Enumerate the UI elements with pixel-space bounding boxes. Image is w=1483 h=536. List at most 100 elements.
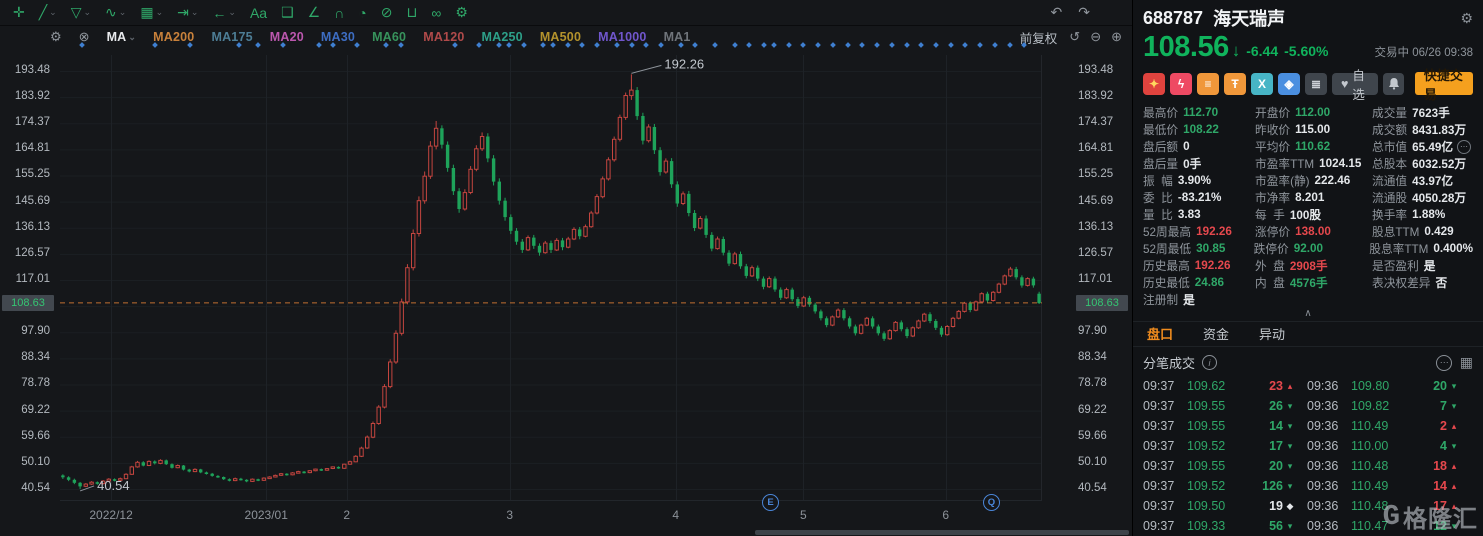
- y-axis-tick: 59.66: [1078, 429, 1107, 442]
- tick-trades-list: 09:37 109.62 23 ▴ 09:36 109.80 20 ▾ 09:37 109.55 2…: [1133, 376, 1483, 536]
- ma-item-ma250[interactable]: MA250: [482, 30, 523, 44]
- trend-line-tool-icon[interactable]: ╱ ⌄: [32, 4, 64, 21]
- drawing-toolbar: ✛ ╱ ⌄ ▽ ⌄ ∿ ⌄ ▦ ⌄ ⇥ ⌄ ← ⌄ Aa ❑ ∠ ∩ ◔ ⊘ ⊔ ∞ ⚙: [0, 0, 1132, 26]
- stat-市盈率TTM: 市盈率TTM 1024.15: [1255, 157, 1362, 171]
- stats-row: 最低价 108.22 昨收价 115.00 成交额 8431.83万: [1143, 121, 1473, 138]
- x-axis-tick: 2022/12: [89, 508, 133, 522]
- add-watchlist-button[interactable]: ♥ 自选: [1332, 69, 1379, 102]
- tick-trade-row: 09:37 109.62 23 ▴ 09:36 109.80 20 ▾: [1143, 379, 1457, 393]
- zoom-in-icon[interactable]: ⊕: [1111, 29, 1122, 45]
- current-price-tag: 108.63: [2, 294, 54, 311]
- collapse-stats-chevron-icon[interactable]: ∧: [1133, 308, 1483, 321]
- stat-52周最高: 52周最高 192.26: [1143, 225, 1232, 239]
- ma-item-ma1000[interactable]: MA1000: [598, 30, 646, 44]
- grid-view-icon[interactable]: ▦: [1460, 354, 1473, 371]
- event-marker-e-icon[interactable]: E: [761, 494, 779, 511]
- stat-历史最低: 历史最低 24.86: [1143, 276, 1225, 290]
- more-options-icon[interactable]: ⋯: [1435, 354, 1452, 371]
- flash-auction-icon[interactable]: ϟ: [1170, 72, 1192, 95]
- x-axis-line: [60, 500, 1042, 501]
- panel-tabs: 盘口 资金 异动: [1133, 320, 1483, 347]
- tab-盘口[interactable]: 盘口: [1147, 324, 1173, 343]
- balance-icon[interactable]: Ŧ: [1224, 72, 1246, 95]
- tab-资金[interactable]: 资金: [1203, 324, 1229, 343]
- alert-bell-button[interactable]: [1383, 72, 1404, 95]
- stats-row: 盘后额 0 平均价 110.62 总市值 65.49亿 ⋯: [1143, 138, 1473, 155]
- stat-历史最高: 历史最高 192.26: [1143, 259, 1231, 273]
- more-detail-icon[interactable]: ⋯: [1457, 139, 1472, 154]
- event-marker-q-icon[interactable]: Q: [982, 494, 1000, 511]
- y-axis-tick: 97.90: [21, 325, 50, 338]
- gann-box-tool-icon[interactable]: ▦ ⌄: [133, 4, 170, 21]
- comment-tool-icon[interactable]: ❑: [274, 4, 301, 21]
- last-price: 108.56: [1143, 31, 1229, 63]
- ma-item-ma500[interactable]: MA500: [540, 30, 581, 44]
- text-tool-icon[interactable]: Aa: [243, 5, 274, 21]
- y-axis-tick: 88.34: [21, 351, 50, 364]
- y-axis-tick: 174.37: [14, 116, 50, 129]
- stat-外盘: 外 盘 2908手: [1255, 260, 1328, 273]
- wave-tool-icon[interactable]: ∿ ⌄: [98, 4, 133, 21]
- emoji-tool-icon[interactable]: ◔: [351, 5, 373, 21]
- chart-controls: 前复权 ↺ ⊖ ⊕: [1020, 25, 1122, 49]
- stats-grid: 最高价 112.70 开盘价 112.00 成交量 7623手 最低价 108.22 昨收价 11…: [1133, 102, 1483, 308]
- y-axis-tick: 193.48: [14, 64, 50, 76]
- stat-股息TTM: 股息TTM 0.429: [1372, 225, 1454, 239]
- reset-zoom-icon[interactable]: ↺: [1069, 29, 1080, 45]
- polygon-tool-icon[interactable]: ▽ ⌄: [64, 4, 98, 21]
- y-axis-tick: 78.78: [1078, 377, 1107, 390]
- chart-section: ✛ ╱ ⌄ ▽ ⌄ ∿ ⌄ ▦ ⌄ ⇥ ⌄ ← ⌄ Aa ❑ ∠ ∩ ◔ ⊘ ⊔ ∞ ⚙ ↶ ↷ ⚙ ⊗ MA ⌄ MA200 M…: [0, 0, 1133, 536]
- panel-settings-icon[interactable]: ⚙: [1460, 10, 1473, 27]
- stat-跌停价: 跌停价 92.00: [1253, 242, 1323, 256]
- y-axis-tick: 155.25: [14, 168, 50, 181]
- stat-表决权差异: 表决权差异否: [1372, 277, 1448, 290]
- tick-trades-title: 分笔成交: [1143, 356, 1196, 371]
- y-axis-tick: 155.25: [1078, 168, 1114, 181]
- undo-icon[interactable]: ↶: [1051, 4, 1063, 21]
- move-tool-icon[interactable]: ✛: [6, 4, 32, 21]
- arrow-tool-icon[interactable]: ← ⌄: [205, 5, 243, 21]
- svg-text:40.54: 40.54: [97, 478, 130, 493]
- candlestick-chart[interactable]: 40.54 192.26: [60, 55, 1042, 500]
- market-badge-icon[interactable]: ✦: [1143, 72, 1165, 95]
- info-icon[interactable]: i: [1202, 355, 1218, 370]
- stat-每手: 每 手 100股: [1255, 209, 1322, 222]
- stat-注册制: 注册制是: [1143, 294, 1195, 307]
- angle-tool-icon[interactable]: ∠: [301, 4, 328, 21]
- zoom-out-icon[interactable]: ⊖: [1090, 29, 1101, 45]
- stat-流通股: 流通股 4050.28万: [1372, 192, 1467, 205]
- y-axis-tick: 183.92: [1078, 90, 1114, 103]
- tag-icon[interactable]: ◈: [1278, 72, 1300, 95]
- stat-平均价: 平均价 110.62: [1255, 140, 1331, 154]
- measure-tool-icon[interactable]: ⇥ ⌄: [170, 4, 205, 21]
- chart-settings-icon[interactable]: ⚙: [448, 4, 475, 21]
- ma-item-ma200[interactable]: MA200: [153, 30, 194, 44]
- quick-trade-button[interactable]: 快捷交易: [1414, 68, 1473, 102]
- svg-text:192.26: 192.26: [664, 56, 704, 71]
- hide-drawings-icon[interactable]: ⊘: [374, 4, 400, 21]
- y-axis-tick: 183.92: [14, 90, 50, 103]
- stat-市净率: 市净率 8.201: [1255, 191, 1325, 205]
- indicator-settings-icon[interactable]: ⚙: [50, 29, 62, 45]
- chart-scrollbar[interactable]: [755, 530, 1129, 535]
- ma-item-ma120[interactable]: MA120: [423, 30, 464, 44]
- delete-drawings-icon[interactable]: ⊔: [399, 4, 424, 21]
- compare-stock-icon[interactable]: X: [1251, 72, 1273, 95]
- ma-item-ma175[interactable]: MA175: [211, 30, 252, 44]
- y-axis-tick: 193.48: [1078, 64, 1114, 76]
- memo-icon[interactable]: ≣: [1305, 72, 1327, 95]
- ma-item-ma[interactable]: MA ⌄: [107, 30, 137, 44]
- stat-盘后量: 盘后量 0手: [1143, 158, 1202, 171]
- chips-distribution-icon[interactable]: ≡: [1197, 72, 1219, 95]
- redo-icon[interactable]: ↷: [1078, 4, 1090, 21]
- magnet-tool-icon[interactable]: ∩: [327, 5, 351, 21]
- ma-item-ma20[interactable]: MA20: [270, 30, 304, 44]
- ma-item-ma1[interactable]: MA1: [664, 30, 691, 44]
- stats-row: 历史最高 192.26 外 盘 2908手 是否盈利是: [1143, 257, 1473, 274]
- stat-振幅: 振 幅 3.90%: [1143, 174, 1212, 188]
- tab-异动[interactable]: 异动: [1259, 324, 1285, 343]
- ma-item-ma30[interactable]: MA30: [321, 30, 355, 44]
- tick-trade-row: 09:37 109.50 19 ◆ 09:36 110.48 17 ▴: [1143, 499, 1457, 513]
- stat-是否盈利: 是否盈利是: [1372, 260, 1436, 273]
- compare-icon[interactable]: ∞: [424, 5, 448, 21]
